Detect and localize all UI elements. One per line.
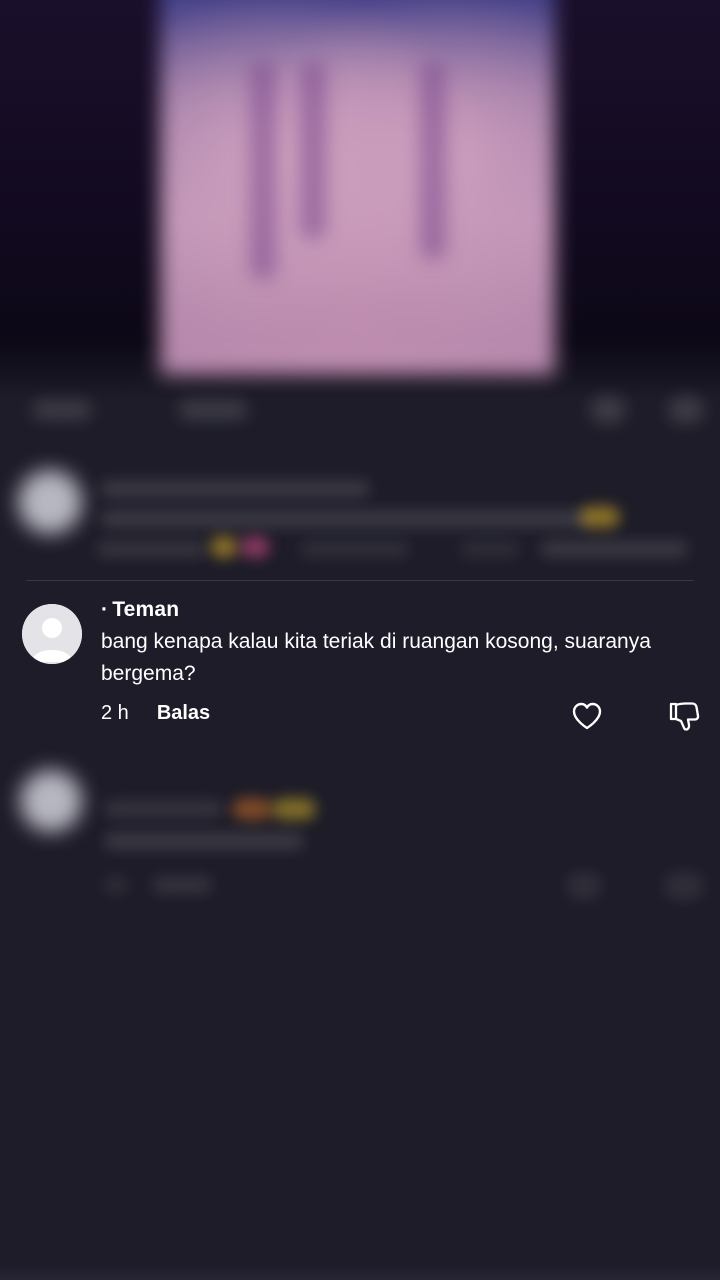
blurred-text <box>104 800 224 818</box>
comment-username[interactable]: · Teman <box>101 598 179 622</box>
blurred-shape <box>420 60 446 260</box>
blurred-text <box>104 876 128 894</box>
comments-screen: · Teman bang kenapa kalau kita teriak di … <box>0 0 720 1280</box>
blurred-text <box>100 510 590 528</box>
reply-button[interactable]: Balas <box>157 702 210 725</box>
comment-text: bang kenapa kalau kita teriak di ruangan… <box>101 630 651 685</box>
blurred-shape <box>250 60 276 280</box>
blurred-emoji <box>272 798 316 820</box>
blurred-emoji <box>210 536 238 558</box>
blurred-text <box>540 540 688 558</box>
comment-timestamp: 2 h <box>101 702 129 724</box>
bottom-edge <box>0 1266 720 1280</box>
blurred-image <box>160 0 555 375</box>
default-avatar-icon <box>22 604 82 664</box>
blurred-text <box>152 876 212 894</box>
blurred-text <box>300 540 410 558</box>
blurred-avatar <box>18 470 82 534</box>
avatar[interactable] <box>22 604 82 664</box>
blurred-text <box>100 480 370 498</box>
blurred-video-preview[interactable] <box>0 0 720 400</box>
blurred-text <box>460 540 520 558</box>
divider <box>26 580 694 581</box>
comment-item: · Teman bang kenapa kalau kita teriak di … <box>0 598 720 738</box>
blurred-icon <box>566 872 602 900</box>
blurred-emoji <box>580 506 620 528</box>
username-label: Teman <box>112 598 180 621</box>
blurred-text <box>104 832 304 850</box>
blurred-shape <box>300 60 326 240</box>
blurred-action-row <box>0 392 720 432</box>
username-prefix: · <box>101 598 109 621</box>
like-button[interactable] <box>571 701 603 731</box>
dislike-button[interactable] <box>667 699 701 733</box>
blurred-icon <box>664 872 704 900</box>
blurred-text <box>96 540 206 558</box>
blurred-avatar <box>20 770 82 832</box>
thumbs-down-outline-icon <box>669 702 700 731</box>
comment-meta: 2 h Balas <box>101 702 210 725</box>
blurred-emoji <box>240 536 270 558</box>
heart-outline-icon <box>572 702 602 730</box>
blurred-emoji <box>232 798 272 820</box>
